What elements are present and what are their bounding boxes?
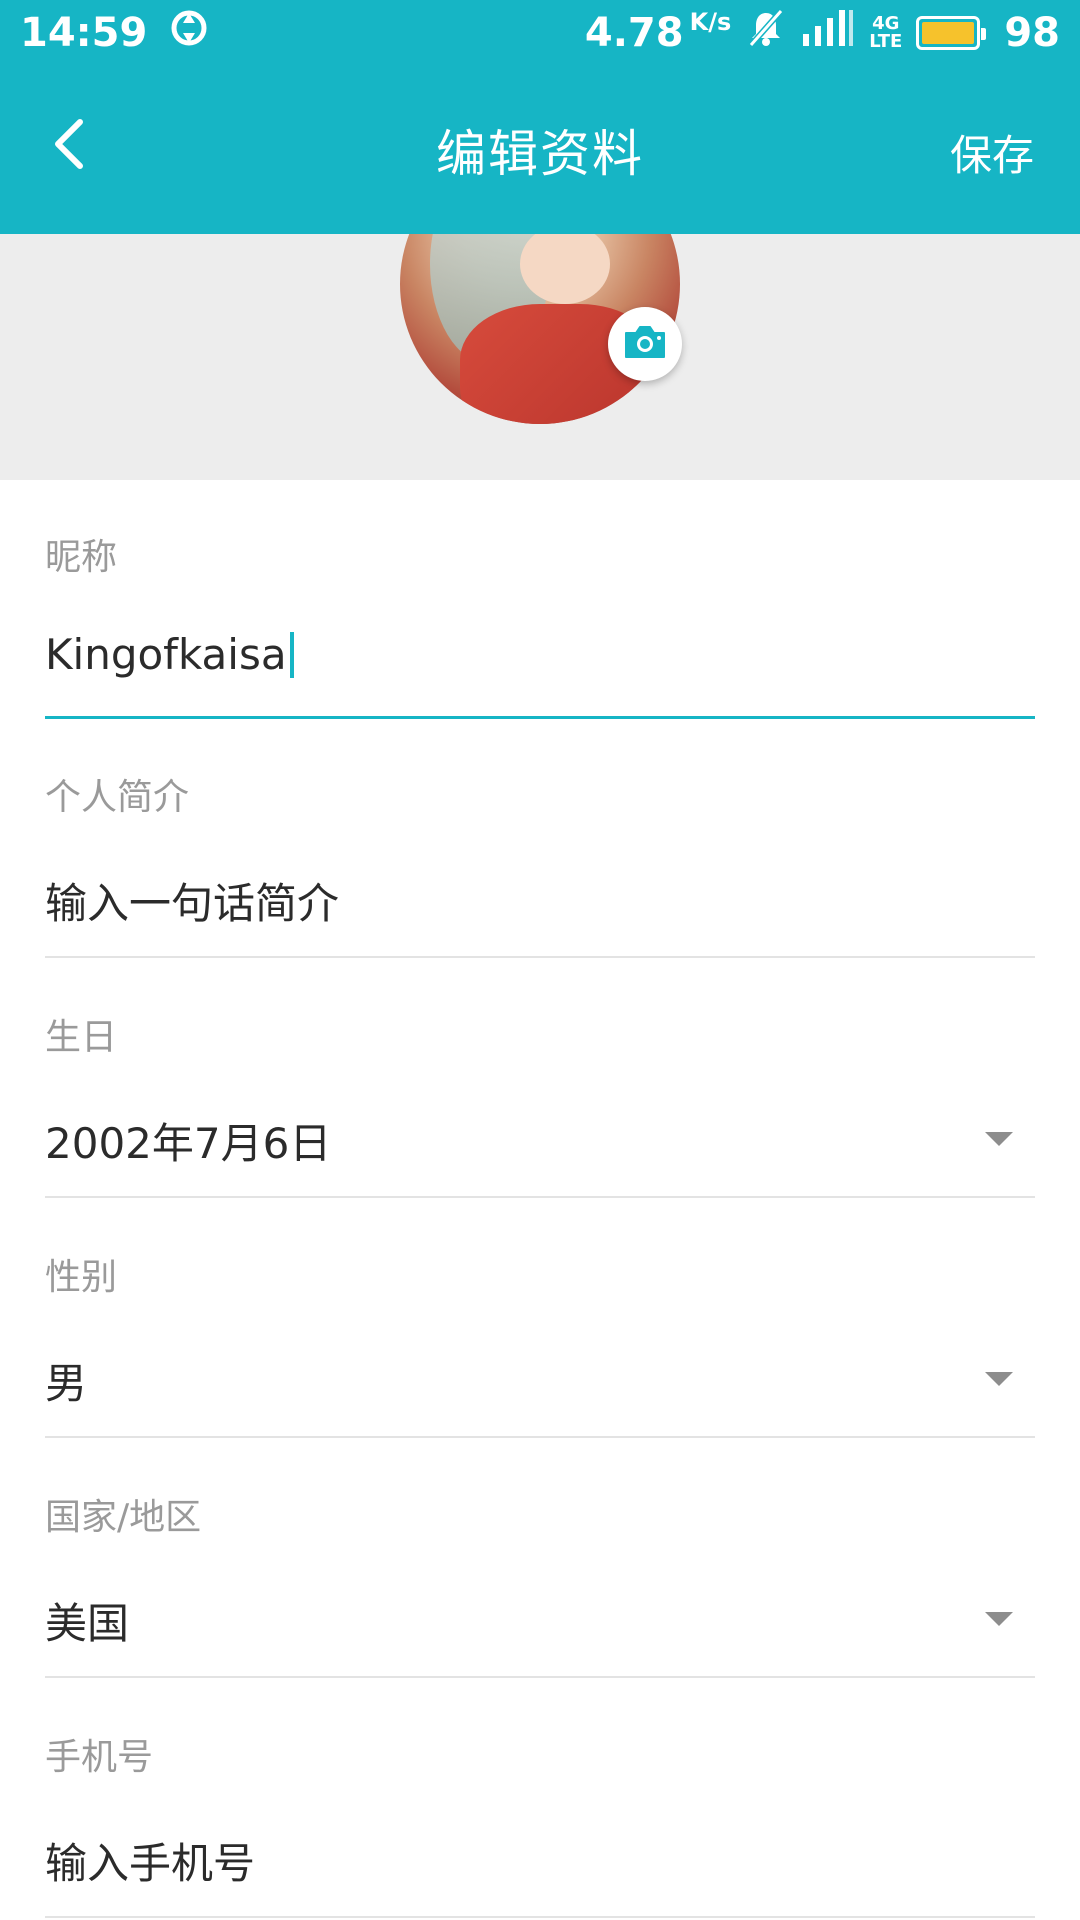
nickname-label: 昵称 [45, 537, 118, 578]
nickname-value: Kingofkaisa [45, 630, 287, 679]
region-field[interactable]: 国家/地区 美国 [45, 1440, 1035, 1680]
speed-value: 4.78 [584, 10, 684, 56]
bio-label: 个人简介 [45, 777, 190, 818]
phone-field[interactable]: 手机号 输入手机号 [45, 1680, 1035, 1920]
nickname-underline [45, 716, 1035, 719]
phone-label: 手机号 [45, 1737, 154, 1778]
phone-underline [45, 1916, 1035, 1918]
bio-input[interactable]: 输入一句话简介 [45, 870, 339, 931]
region-select[interactable]: 美国 [45, 1590, 129, 1651]
gender-field[interactable]: 性别 男 [45, 1200, 1035, 1440]
profile-form: 昵称 Kingofkaisa 个人简介 输入一句话简介 生日 2002年7月6日… [0, 480, 1080, 1920]
dropdown-arrow-icon[interactable] [985, 1372, 1013, 1386]
signal-icon [801, 8, 855, 58]
dropdown-arrow-icon[interactable] [985, 1132, 1013, 1146]
network-bottom: LTE [869, 31, 903, 52]
bio-underline [45, 956, 1035, 958]
birthday-label: 生日 [45, 1017, 118, 1058]
nickname-input[interactable]: Kingofkaisa [45, 630, 294, 679]
bio-field[interactable]: 个人简介 输入一句话简介 [45, 720, 1035, 960]
region-label: 国家/地区 [45, 1497, 202, 1538]
network-speed: 4.78 K/s [584, 8, 732, 56]
birthday-underline [45, 1196, 1035, 1198]
save-button[interactable]: 保存 [950, 122, 1034, 183]
gender-label: 性别 [45, 1257, 118, 1298]
speed-unit: K/s [689, 8, 732, 36]
app-bar: 编辑资料 保存 [0, 66, 1080, 234]
battery-icon [916, 16, 987, 50]
gender-underline [45, 1436, 1035, 1438]
status-bar: 14:59 4.78 K/s 4G LTE 98 [0, 0, 1080, 66]
phone-input[interactable]: 输入手机号 [45, 1830, 255, 1891]
birthday-select[interactable]: 2002年7月6日 [45, 1110, 331, 1171]
nickname-field[interactable]: 昵称 Kingofkaisa [45, 480, 1035, 720]
battery-level: 98 [1004, 10, 1060, 56]
birthday-field[interactable]: 生日 2002年7月6日 [45, 960, 1035, 1200]
region-underline [45, 1676, 1035, 1678]
text-cursor [289, 631, 294, 678]
network-type: 4G LTE [869, 15, 902, 51]
camera-icon [622, 323, 668, 365]
mute-icon [745, 7, 787, 59]
avatar-area [0, 234, 1080, 480]
dropdown-arrow-icon[interactable] [985, 1612, 1013, 1626]
battery-fill [922, 22, 975, 44]
gender-select[interactable]: 男 [45, 1350, 87, 1411]
change-avatar-button[interactable] [608, 307, 682, 381]
sync-icon [169, 8, 209, 58]
page-title: 编辑资料 [436, 125, 644, 183]
status-time: 14:59 [20, 10, 148, 56]
edit-profile-screen: 14:59 4.78 K/s 4G LTE 98 编辑资料 保存 昵称 King… [0, 0, 1080, 1920]
